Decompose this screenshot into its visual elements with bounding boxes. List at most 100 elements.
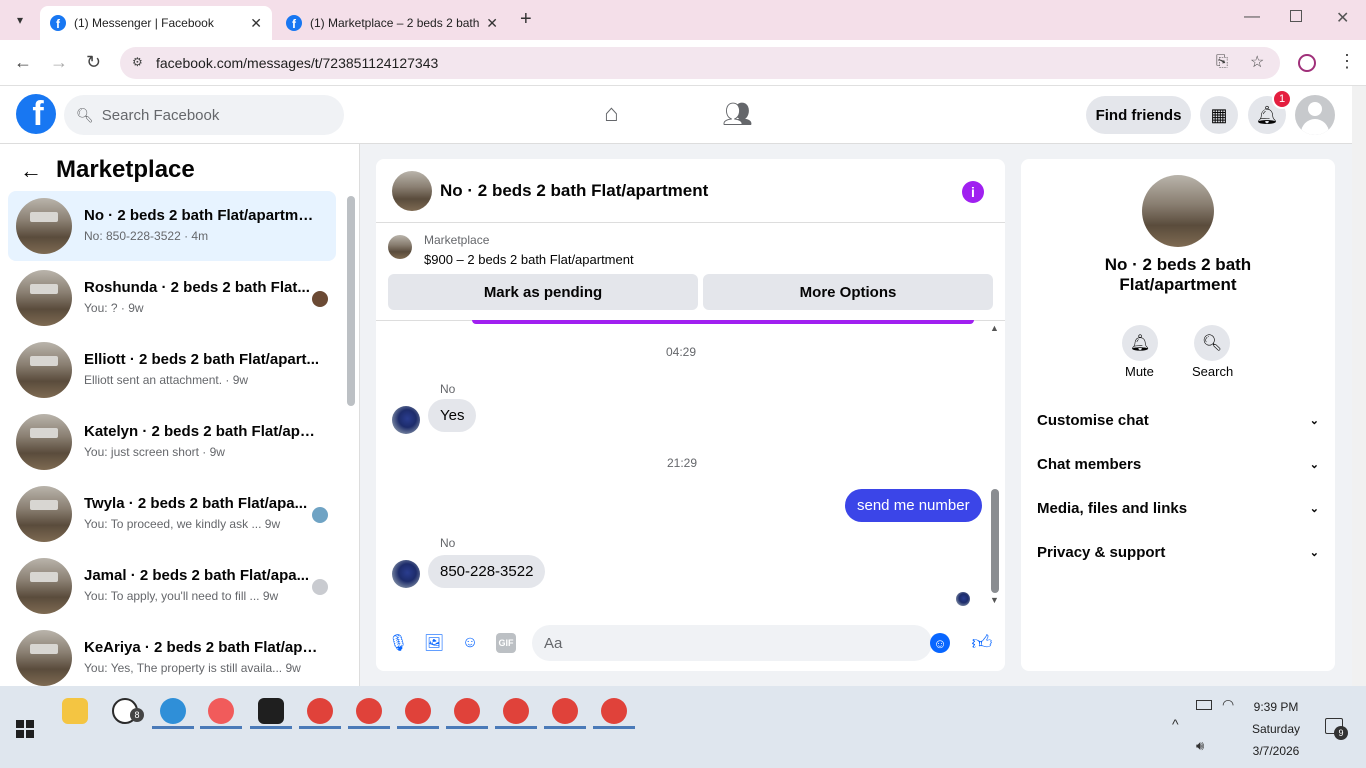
reload-icon[interactable]: ↻ xyxy=(86,52,101,73)
gif-icon[interactable]: GIF xyxy=(496,633,516,653)
sender-name: No xyxy=(440,536,456,550)
photo-icon[interactable]: 🖼︎ xyxy=(424,633,444,653)
home-icon[interactable]: ⌂ xyxy=(604,100,619,128)
site-info-icon[interactable]: ⚙ xyxy=(132,55,143,69)
page-scrollbar[interactable] xyxy=(1352,86,1366,686)
menu-grid-icon[interactable]: ▦ xyxy=(1200,96,1238,134)
more-options-button[interactable]: More Options xyxy=(703,274,993,310)
scroll-down-icon[interactable]: ▼ xyxy=(990,595,999,605)
chat-title[interactable]: No · 2 beds 2 bath Flat/apartment xyxy=(440,181,708,201)
listing-price-title[interactable]: $900 – 2 beds 2 bath Flat/apartment xyxy=(424,252,634,267)
tab-search-icon[interactable]: ▾ xyxy=(10,10,30,30)
volume-icon[interactable]: 🔊︎ xyxy=(1196,738,1204,754)
conversation-preview: You: To proceed, we kindly ask ... 9w xyxy=(84,517,281,531)
conversation-name: Roshunda · 2 beds 2 bath Flat... xyxy=(84,279,310,296)
customise-chat-section[interactable]: Customise chat ⌄ xyxy=(1037,405,1319,435)
battery-icon[interactable] xyxy=(1196,700,1212,710)
forward-icon[interactable]: → xyxy=(50,52,68,73)
chrome-profile-icon[interactable] xyxy=(356,698,382,724)
file-explorer-icon[interactable] xyxy=(62,698,88,724)
chevron-down-icon: ⌄ xyxy=(1309,502,1319,515)
conversation-preview: Elliott sent an attachment. · 9w xyxy=(84,373,249,387)
windows-start-icon[interactable] xyxy=(16,720,34,738)
browser-menu-icon[interactable]: ⋮ xyxy=(1338,51,1356,72)
bookmark-star-icon[interactable]: ☆ xyxy=(1250,52,1264,72)
chrome-profile-icon[interactable] xyxy=(503,698,529,724)
show-hidden-icons-icon[interactable]: ^ xyxy=(1172,716,1179,732)
read-receipt-avatar xyxy=(956,592,970,606)
snipping-tool-icon[interactable] xyxy=(208,698,234,724)
mute-bell-icon[interactable]: 🔔︎ xyxy=(1122,325,1158,361)
tab-marketplace[interactable]: f (1) Marketplace – 2 beds 2 bath ✕ xyxy=(276,6,508,40)
conversation-name: KeAriya · 2 beds 2 bath Flat/apa... xyxy=(84,639,320,656)
conversation-item[interactable]: Elliott · 2 beds 2 bath Flat/apart... El… xyxy=(8,335,336,405)
conversation-item[interactable]: Jamal · 2 beds 2 bath Flat/apa... You: T… xyxy=(8,551,336,621)
notification-badge: 1 xyxy=(1272,89,1292,109)
chrome-profile-icon[interactable] xyxy=(454,698,480,724)
close-tab-icon[interactable]: ✕ xyxy=(486,15,498,32)
search-input[interactable]: 🔍︎ Search Facebook xyxy=(64,95,344,135)
chat-members-section[interactable]: Chat members ⌄ xyxy=(1037,449,1319,479)
profile-icon[interactable] xyxy=(1298,54,1316,72)
conversation-item[interactable]: Katelyn · 2 beds 2 bath Flat/apar... You… xyxy=(8,407,336,477)
conversation-item[interactable]: Twyla · 2 beds 2 bath Flat/apa... You: T… xyxy=(8,479,336,549)
chrome-running-indicator xyxy=(299,726,341,729)
sticker-icon[interactable]: ☺ xyxy=(460,633,480,653)
sender-avatar[interactable] xyxy=(392,560,420,588)
message-input[interactable]: Aa ☺ xyxy=(532,625,950,661)
seen-avatar xyxy=(312,291,328,307)
conversation-name: Twyla · 2 beds 2 bath Flat/apa... xyxy=(84,495,308,512)
restore-icon[interactable] xyxy=(1290,10,1302,22)
microphone-icon[interactable]: 🎙︎ xyxy=(388,633,408,653)
incoming-message[interactable]: Yes xyxy=(428,399,477,432)
privacy-support-section[interactable]: Privacy & support ⌄ xyxy=(1037,537,1319,567)
listing-thumbnail xyxy=(16,486,72,542)
close-tab-icon[interactable]: ✕ xyxy=(250,15,262,32)
outgoing-message[interactable]: send me number xyxy=(845,489,982,522)
chrome-profile-icon[interactable] xyxy=(307,698,333,724)
find-friends-button[interactable]: Find friends xyxy=(1086,96,1191,134)
listing-thumbnail xyxy=(16,558,72,614)
conversation-preview: No: 850-228-3522 · 4m xyxy=(84,229,209,243)
url-text: facebook.com/messages/t/723851124127343 xyxy=(156,55,439,71)
tab-messenger[interactable]: f (1) Messenger | Facebook ✕ xyxy=(40,6,272,40)
chrome-profile-icon[interactable] xyxy=(405,698,431,724)
sender-avatar[interactable] xyxy=(392,406,420,434)
chrome-profile-icon[interactable] xyxy=(601,698,627,724)
friends-icon[interactable]: 👥︎ xyxy=(722,100,752,129)
conversation-item[interactable]: No · 2 beds 2 bath Flat/apartment No: 85… xyxy=(8,191,336,261)
search-icon[interactable]: 🔍︎ xyxy=(1194,325,1230,361)
edge-browser-icon[interactable] xyxy=(160,698,186,724)
media-files-links-section[interactable]: Media, files and links ⌄ xyxy=(1037,493,1319,523)
facebook-logo-icon[interactable]: f xyxy=(16,94,56,134)
like-thumb-icon[interactable]: 👍︎ xyxy=(972,632,993,654)
minimize-icon[interactable]: — xyxy=(1244,8,1260,26)
scroll-up-icon[interactable]: ▲ xyxy=(990,323,999,333)
sticky-notes-icon[interactable] xyxy=(258,698,284,724)
chrome-running-indicator xyxy=(348,726,390,729)
back-arrow-icon[interactable]: ← xyxy=(20,158,42,184)
info-icon[interactable]: i xyxy=(962,181,984,203)
system-clock[interactable]: 9:39 PM Saturday 3/7/2026 xyxy=(1246,696,1306,762)
listing-thumbnail xyxy=(388,235,412,259)
close-window-icon[interactable]: ✕ xyxy=(1336,8,1349,28)
back-icon[interactable]: ← xyxy=(14,52,32,73)
incoming-message[interactable]: 850-228-3522 xyxy=(428,555,546,588)
install-app-icon[interactable]: ⎘ xyxy=(1216,53,1228,70)
new-tab-icon[interactable]: + xyxy=(520,8,532,31)
listing-thumbnail xyxy=(1142,175,1214,247)
messages-scrollbar[interactable] xyxy=(991,489,999,593)
account-avatar[interactable] xyxy=(1295,95,1335,135)
mark-pending-button[interactable]: Mark as pending xyxy=(388,274,698,310)
wifi-icon[interactable]: ◠ xyxy=(1222,696,1234,713)
emoji-icon[interactable]: ☺ xyxy=(930,633,950,653)
listing-thumbnail[interactable] xyxy=(392,171,432,211)
conversation-item[interactable]: KeAriya · 2 beds 2 bath Flat/apa... You:… xyxy=(8,623,336,693)
conversation-preview: You: ? · 9w xyxy=(84,301,144,315)
conversation-name: Katelyn · 2 beds 2 bath Flat/apar... xyxy=(84,423,320,440)
conversation-preview: You: just screen short · 9w xyxy=(84,445,225,459)
chat-list-scrollbar[interactable] xyxy=(347,196,355,406)
conversation-item[interactable]: Roshunda · 2 beds 2 bath Flat... You: ? … xyxy=(8,263,336,333)
url-input[interactable]: ⚙ facebook.com/messages/t/72385112412734… xyxy=(120,47,1280,79)
chrome-profile-icon[interactable] xyxy=(552,698,578,724)
